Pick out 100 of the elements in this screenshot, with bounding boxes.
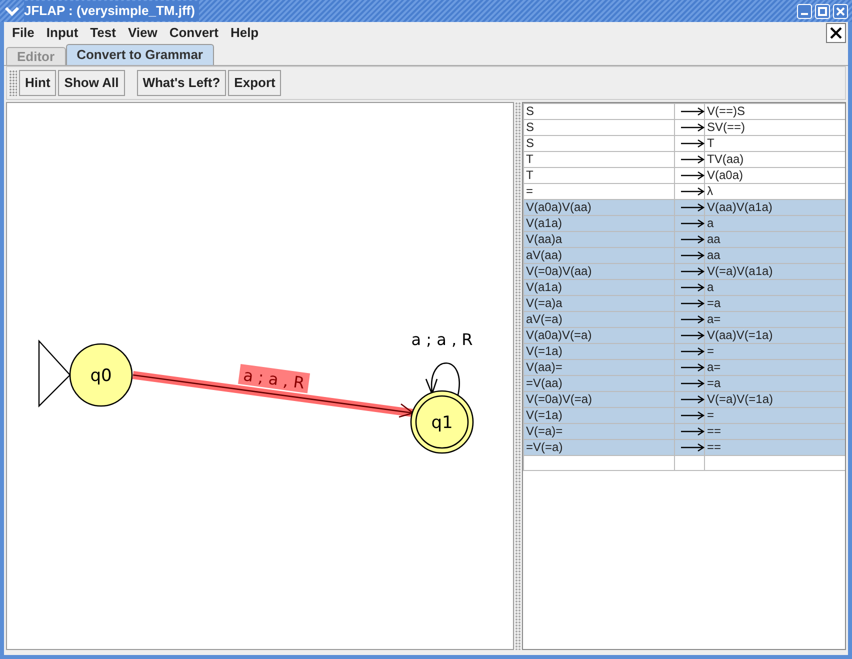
production-lhs: V(=0a)V(aa) [526, 264, 592, 278]
transition-label[interactable]: a ; a , R [411, 330, 473, 349]
arrow-icon [681, 299, 705, 308]
production-lhs: V(=1a) [526, 408, 562, 422]
close-icon[interactable] [833, 4, 848, 18]
menu-item[interactable]: Help [224, 23, 265, 43]
production-row[interactable]: V(aa)= a= [524, 360, 845, 376]
production-row[interactable]: = λ [524, 184, 845, 200]
production-lhs: S [526, 136, 534, 150]
tab[interactable]: Convert to Grammar [66, 44, 214, 65]
production-row[interactable]: S SV(==) [524, 120, 845, 136]
production-rhs: =a [707, 296, 721, 310]
production-row[interactable]: V(a1a) a [524, 216, 845, 232]
close-button[interactable] [826, 23, 846, 43]
minimize-icon[interactable] [797, 4, 812, 18]
production-rhs: V(a0a) [707, 168, 744, 182]
production-row[interactable]: V(aa)a aa [524, 232, 845, 248]
toolbar-button[interactable]: Hint [19, 70, 56, 96]
production-row[interactable]: V(=0a)V(aa) V(=a)V(a1a) [524, 264, 845, 280]
production-lhs: V(a0a)V(aa) [526, 200, 592, 214]
production-row[interactable]: T TV(aa) [524, 152, 845, 168]
arrow-icon [681, 347, 705, 356]
initial-marker [38, 339, 71, 408]
menu-item[interactable]: Test [84, 23, 122, 43]
arrow-icon [681, 187, 705, 196]
state-node[interactable] [410, 390, 474, 454]
arrow-icon [681, 235, 705, 244]
production-row[interactable]: V(a1a) a [524, 280, 845, 296]
production-rhs: λ [707, 184, 713, 198]
toolbar-grip[interactable] [9, 70, 17, 96]
arrow-icon [681, 155, 705, 164]
arrow-icon [681, 315, 705, 324]
arrow-icon [681, 363, 705, 372]
menu-item[interactable]: Input [40, 23, 84, 43]
production-rhs: aa [707, 248, 720, 262]
production-row[interactable]: V(=0a)V(=a) V(=a)V(=1a) [524, 392, 845, 408]
production-rhs: a [707, 216, 714, 230]
production-lhs: aV(aa) [526, 248, 562, 262]
production-rhs: V(==)S [707, 104, 746, 118]
production-rhs: a= [707, 312, 721, 326]
production-row[interactable]: V(=1a) = [524, 344, 845, 360]
production-lhs: V(a0a)V(=a) [526, 328, 592, 342]
production-row[interactable]: =V(=a) == [524, 440, 845, 456]
toolbar-button[interactable]: Show All [58, 70, 125, 96]
production-rhs: V(=a)V(=1a) [707, 392, 774, 406]
production-lhs: V(=a)a [526, 296, 562, 310]
production-rhs: SV(==) [707, 120, 746, 134]
state-node[interactable] [69, 343, 133, 407]
production-lhs: T [526, 168, 534, 182]
production-row[interactable]: aV(aa) aa [524, 248, 845, 264]
production-lhs: V(=a)= [526, 424, 563, 438]
production-lhs: V(a1a) [526, 216, 562, 230]
arrow-icon [681, 395, 705, 404]
production-lhs: T [526, 152, 534, 166]
state-label: q0 [90, 366, 112, 386]
production-row[interactable]: =V(aa) =a [524, 376, 845, 392]
production-row[interactable]: T V(a0a) [524, 168, 845, 184]
maximize-icon[interactable] [815, 4, 830, 18]
chevron-icon[interactable] [4, 5, 20, 17]
arrow-icon [681, 171, 705, 180]
menu-item[interactable]: View [122, 23, 164, 43]
arrow-icon [681, 443, 705, 452]
production-row[interactable]: V(=1a) = [524, 408, 845, 424]
production-row[interactable]: V(a0a)V(=a) V(aa)V(=1a) [524, 328, 845, 344]
arrow-icon [681, 123, 705, 132]
production-lhs: =V(=a) [526, 440, 563, 454]
toolbar-button[interactable]: Export [228, 70, 282, 96]
toolbar-button[interactable]: What's Left? [136, 70, 226, 96]
production-lhs: =V(aa) [526, 376, 562, 390]
arrow-icon [681, 219, 705, 228]
production-rhs: =a [707, 376, 721, 390]
production-rhs: V(aa)V(a1a) [707, 200, 772, 214]
transition-label[interactable]: a ; a , R [242, 366, 306, 393]
production-lhs: = [526, 184, 534, 198]
production-row[interactable]: V(=a)= == [524, 424, 845, 440]
production-lhs: V(=1a) [526, 344, 562, 358]
arrow-icon [681, 331, 705, 340]
production-row[interactable]: S V(==)S [524, 104, 845, 120]
arrow-icon [681, 251, 705, 260]
arrow-icon [681, 427, 705, 436]
production-rhs: TV(aa) [707, 152, 744, 166]
arrow-icon [681, 107, 705, 116]
production-row[interactable]: aV(=a) a= [524, 312, 845, 328]
menu-item[interactable]: File [6, 23, 40, 43]
menu-item[interactable]: Convert [163, 23, 224, 43]
production-rhs: == [707, 424, 722, 438]
production-lhs: aV(=a) [526, 312, 562, 326]
production-lhs: V(aa)= [526, 360, 562, 374]
split-handle[interactable] [515, 102, 521, 650]
production-rhs: V(=a)V(a1a) [707, 264, 773, 278]
transition-arrow[interactable] [132, 371, 414, 418]
production-rhs: a= [707, 360, 721, 374]
production-row[interactable]: V(a0a)V(aa) V(aa)V(a1a) [524, 200, 845, 216]
production-rhs: == [707, 440, 722, 454]
loop-arrow[interactable] [425, 362, 460, 396]
production-rhs: = [707, 344, 714, 358]
production-row[interactable]: V(=a)a =a [524, 296, 845, 312]
production-lhs: S [526, 120, 534, 134]
production-lhs: V(a1a) [526, 280, 562, 294]
production-row[interactable]: S T [524, 136, 845, 152]
